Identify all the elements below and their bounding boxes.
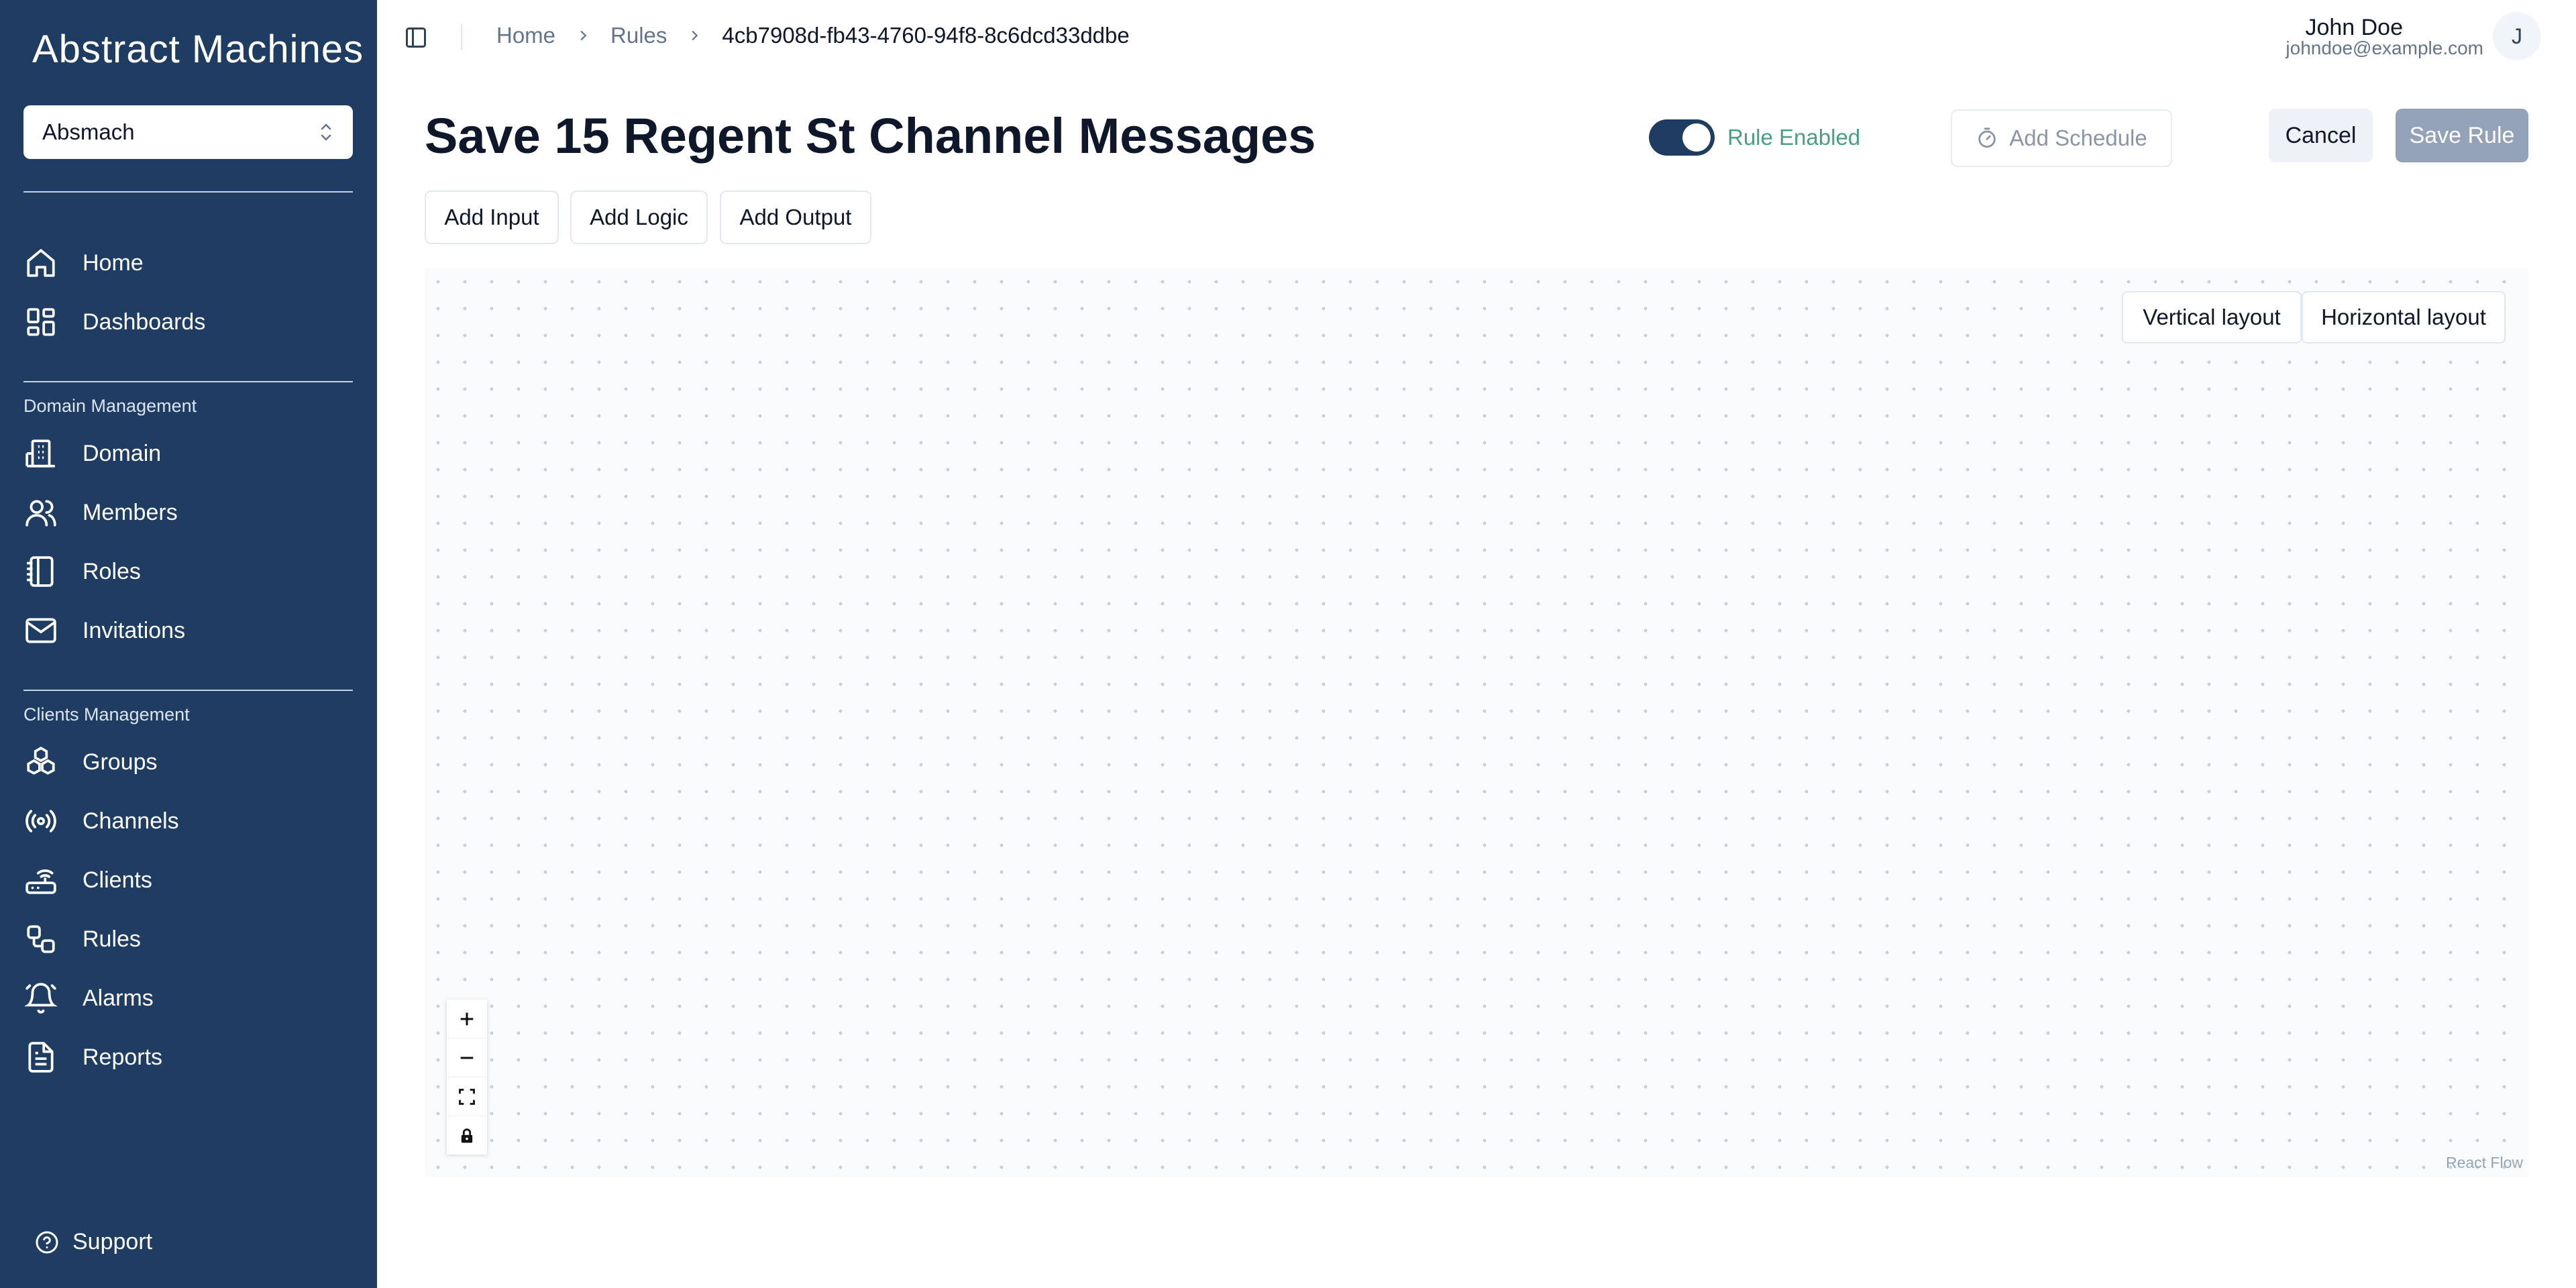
zoom-in-button[interactable] — [447, 1000, 487, 1038]
zoom-out-button[interactable] — [447, 1038, 487, 1077]
boxes-icon — [23, 745, 58, 780]
breadcrumb: Home Rules 4cb7908d-fb43-4760-94f8-8c6dc… — [496, 23, 1130, 48]
topbar-divider — [461, 23, 462, 50]
sidebar-item-label: Domain — [83, 440, 162, 466]
help-circle-icon — [36, 1231, 58, 1253]
chevron-right-icon — [692, 30, 698, 41]
mail-icon — [23, 613, 58, 648]
building-icon — [23, 436, 58, 471]
sidebar-item-label: Channels — [83, 808, 179, 834]
domain-selector-value: Absmach — [42, 119, 135, 144]
dashboard-icon — [23, 305, 58, 339]
router-icon — [23, 863, 58, 898]
flow-canvas[interactable]: Vertical layout Horizontal layout React … — [425, 268, 2528, 1177]
sidebar-item-members[interactable]: Members — [23, 488, 353, 537]
bell-icon — [23, 981, 58, 1016]
sidebar: Abstract Machines Absmach Home Dashboard… — [0, 0, 377, 1288]
add-schedule-label: Add Schedule — [2009, 125, 2147, 150]
react-flow-attribution[interactable]: React Flow — [2446, 1154, 2523, 1172]
sidebar-item-label: Rules — [83, 926, 141, 952]
avatar[interactable]: J — [2493, 12, 2541, 60]
add-schedule-button[interactable]: Add Schedule — [1951, 109, 2172, 167]
sidebar-divider — [23, 690, 353, 691]
rule-enabled-toggle[interactable] — [1649, 119, 1715, 156]
sidebar-item-groups[interactable]: Groups — [23, 738, 353, 786]
add-input-button[interactable]: Add Input — [425, 191, 559, 244]
sidebar-item-invitations[interactable]: Invitations — [23, 606, 353, 655]
sidebar-item-label: Invitations — [83, 617, 186, 643]
lock-icon — [461, 1128, 473, 1142]
sidebar-item-label: Dashboards — [83, 309, 206, 335]
sidebar-divider — [23, 191, 353, 193]
breadcrumb-home[interactable]: Home — [496, 23, 555, 48]
home-icon — [23, 246, 58, 280]
section-title-clients-management: Clients Management — [23, 704, 190, 724]
fit-view-icon — [459, 1088, 475, 1105]
sidebar-item-label: Members — [83, 499, 178, 525]
section-title-domain-management: Domain Management — [23, 396, 197, 416]
sidebar-item-label: Groups — [83, 749, 158, 775]
sidebar-item-alarms[interactable]: Alarms — [23, 974, 353, 1022]
workflow-icon — [23, 922, 58, 957]
file-text-icon — [23, 1040, 58, 1075]
sidebar-item-domain[interactable]: Domain — [23, 429, 353, 478]
support-link[interactable]: Support — [35, 1229, 152, 1255]
save-rule-button[interactable]: Save Rule — [2396, 109, 2528, 162]
timer-icon — [1978, 127, 1996, 148]
sidebar-item-label: Reports — [83, 1044, 163, 1070]
add-output-button[interactable]: Add Output — [720, 191, 871, 244]
sidebar-item-home[interactable]: Home — [23, 239, 353, 287]
breadcrumb-current: 4cb7908d-fb43-4760-94f8-8c6dcd33ddbe — [722, 23, 1130, 48]
app-logo: Abstract Machines — [32, 28, 364, 71]
zoom-out-icon — [460, 1056, 474, 1059]
fit-view-button[interactable] — [447, 1077, 487, 1116]
sidebar-divider — [23, 381, 353, 382]
sidebar-item-label: Home — [83, 250, 144, 276]
sidebar-item-roles[interactable]: Roles — [23, 547, 353, 596]
notebook-icon — [23, 554, 58, 589]
domain-selector[interactable]: Absmach — [23, 105, 353, 159]
sidebar-item-label: Alarms — [83, 985, 154, 1011]
lock-button[interactable] — [447, 1116, 487, 1155]
sidebar-item-reports[interactable]: Reports — [23, 1033, 353, 1081]
horizontal-layout-button[interactable]: Horizontal layout — [2302, 291, 2506, 343]
radio-icon — [23, 804, 58, 839]
cancel-button[interactable]: Cancel — [2269, 109, 2373, 162]
rule-enabled-label: Rule Enabled — [1727, 125, 1861, 150]
zoom-in-icon — [460, 1012, 474, 1025]
user-email: johndoe@example.com — [2286, 38, 2483, 58]
sidebar-item-label: Clients — [83, 867, 152, 893]
toggle-knob — [1682, 123, 1711, 152]
page-title: Save 15 Regent St Channel Messages — [425, 108, 1316, 164]
chevrons-up-down-icon — [321, 123, 331, 141]
users-icon — [23, 495, 58, 530]
support-label: Support — [72, 1229, 153, 1254]
sidebar-item-channels[interactable]: Channels — [23, 797, 353, 845]
sidebar-item-rules[interactable]: Rules — [23, 915, 353, 963]
sidebar-item-label: Roles — [83, 558, 141, 584]
vertical-layout-button[interactable]: Vertical layout — [2122, 291, 2302, 343]
sidebar-item-clients[interactable]: Clients — [23, 856, 353, 904]
add-logic-button[interactable]: Add Logic — [570, 191, 708, 244]
chevron-right-icon — [580, 30, 587, 41]
sidebar-toggle-icon[interactable] — [402, 25, 429, 50]
sidebar-item-dashboards[interactable]: Dashboards — [23, 298, 353, 346]
breadcrumb-rules[interactable]: Rules — [610, 23, 667, 48]
flow-controls — [447, 1000, 487, 1155]
